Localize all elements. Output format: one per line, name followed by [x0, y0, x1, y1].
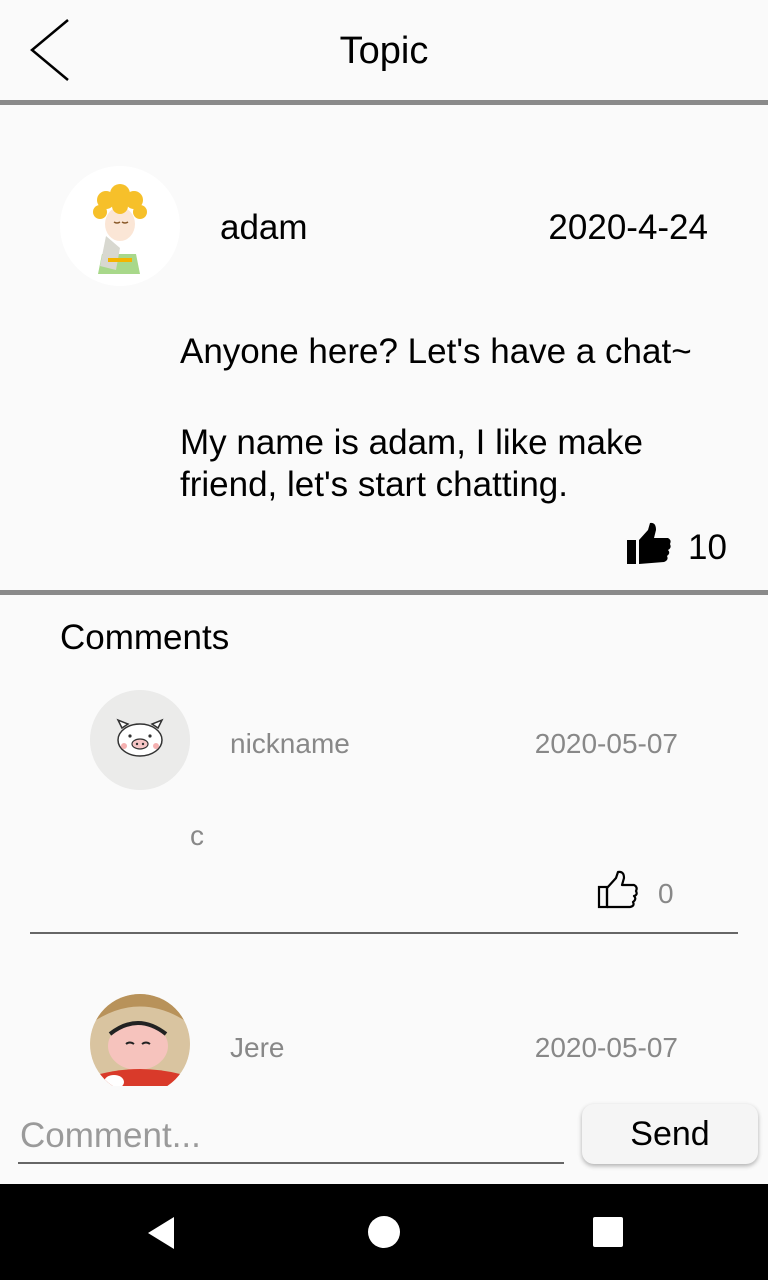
cartoon-boy-avatar-image [90, 994, 190, 1086]
comments-list[interactable]: Comments nickname 2020-05-07 c 0 Jere 20… [0, 600, 768, 1086]
post-like-button[interactable] [626, 522, 672, 568]
post-divider [0, 590, 768, 595]
system-navigation-bar [0, 1184, 768, 1280]
pig-avatar-image [90, 690, 190, 790]
comment-input[interactable] [18, 1110, 564, 1164]
post-author-avatar[interactable] [60, 166, 180, 286]
comment-author-name[interactable]: Jere [230, 1032, 284, 1064]
post-like-count: 10 [688, 528, 727, 567]
app-header: Topic [0, 0, 768, 100]
post-body: My name is adam, I like make friend, let… [180, 423, 643, 504]
square-recents-icon[interactable] [593, 1217, 623, 1247]
header-divider [0, 100, 768, 105]
comment-text: c [190, 820, 204, 851]
post-author-name[interactable]: adam [220, 208, 308, 248]
thumbs-up-outline-icon [597, 870, 638, 909]
post-title: Anyone here? Let's have a chat~ [180, 332, 692, 371]
comment-date: 2020-05-07 [534, 728, 678, 759]
circle-home-icon[interactable] [368, 1216, 400, 1248]
post-date: 2020-4-24 [548, 208, 708, 247]
triangle-back-icon[interactable] [146, 1216, 176, 1250]
thumbs-up-filled-icon [627, 522, 671, 564]
comments-heading: Comments [60, 618, 230, 657]
comment-author-name[interactable]: nickname [230, 728, 350, 760]
comment-avatar[interactable] [90, 994, 190, 1086]
comment-like-count: 0 [658, 878, 674, 909]
comment-like-button[interactable] [597, 870, 639, 912]
page-title: Topic [339, 30, 429, 72]
comment-divider [30, 932, 738, 934]
send-button[interactable]: Send [582, 1104, 758, 1164]
comment-composer: Send [0, 1086, 768, 1184]
comment-avatar[interactable] [90, 690, 190, 790]
flower-girl-avatar-image [60, 166, 180, 286]
comment-date: 2020-05-07 [534, 1032, 678, 1063]
